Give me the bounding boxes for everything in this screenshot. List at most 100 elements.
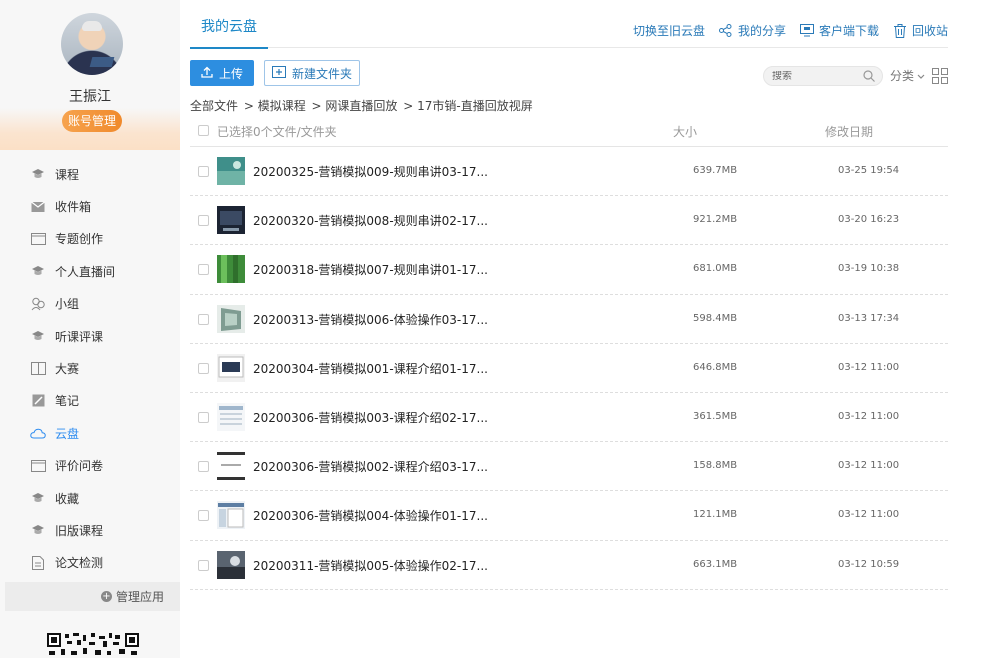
file-date: 03-12 11:00 xyxy=(838,509,900,521)
table-row[interactable]: 20200306-营销模拟003-课程介绍02-17... 361.5MB 03… xyxy=(190,393,948,443)
sidebar-item-contest[interactable]: 大赛 xyxy=(0,352,180,384)
table-row[interactable]: 20200325-营销模拟009-规则串讲03-17... 639.7MB 03… xyxy=(190,147,948,197)
avatar[interactable] xyxy=(61,13,123,75)
qr-code xyxy=(47,633,139,658)
sidebar-item-survey[interactable]: 评价问卷 xyxy=(0,450,180,482)
select-all-checkbox[interactable] xyxy=(198,125,209,136)
row-checkbox[interactable] xyxy=(198,313,209,325)
group-icon xyxy=(30,296,46,312)
category-dropdown[interactable]: 分类 xyxy=(890,67,925,84)
video-thumbnail[interactable] xyxy=(217,402,245,431)
table-row[interactable]: 20200320-营销模拟008-规则串讲02-17... 921.2MB 03… xyxy=(190,196,948,246)
my-share-link[interactable]: 我的分享 xyxy=(719,22,786,39)
sidebar-item-lesson-review[interactable]: 听课评课 xyxy=(0,320,180,352)
row-checkbox[interactable] xyxy=(198,264,209,276)
row-checkbox[interactable] xyxy=(198,461,209,473)
file-name[interactable]: 20200311-营销模拟005-体验操作02-17... xyxy=(253,557,488,574)
search-box[interactable] xyxy=(763,66,883,86)
file-name[interactable]: 20200304-营销模拟001-课程介绍01-17... xyxy=(253,360,488,377)
sidebar-item-notes[interactable]: 笔记 xyxy=(0,385,180,417)
video-thumbnail[interactable] xyxy=(217,550,245,579)
video-thumbnail[interactable] xyxy=(217,255,245,284)
file-size: 121.1MB xyxy=(693,509,738,521)
file-date: 03-25 19:54 xyxy=(838,165,900,176)
sidebar-item-label: 旧版课程 xyxy=(55,523,104,538)
file-date: 03-12 10:59 xyxy=(838,558,900,570)
row-checkbox[interactable] xyxy=(198,215,209,227)
column-header-size[interactable]: 大小 xyxy=(673,123,697,140)
note-icon xyxy=(30,393,46,409)
sidebar-item-label: 课程 xyxy=(55,167,80,182)
new-folder-button[interactable]: 新建文件夹 xyxy=(264,60,360,86)
breadcrumb-item[interactable]: 全部文件 xyxy=(190,99,238,113)
recycle-bin-link[interactable]: 回收站 xyxy=(893,22,948,39)
video-thumbnail[interactable] xyxy=(217,206,245,235)
sidebar-item-label: 专题创作 xyxy=(55,232,104,247)
my-share-label: 我的分享 xyxy=(737,24,786,38)
table-row[interactable]: 20200306-营销模拟002-课程介绍03-17... 158.8MB 03… xyxy=(190,442,948,492)
column-header-date[interactable]: 修改日期 xyxy=(825,123,873,140)
video-thumbnail[interactable] xyxy=(217,501,245,530)
upload-button[interactable]: 上传 xyxy=(190,60,254,86)
table-row[interactable]: 20200304-营销模拟001-课程介绍01-17... 646.8MB 03… xyxy=(190,344,948,393)
grid-view-icon[interactable] xyxy=(932,68,948,84)
file-size: 921.2MB xyxy=(693,214,738,226)
tab-my-cloud-drive[interactable]: 我的云盘 xyxy=(190,16,268,49)
row-checkbox[interactable] xyxy=(198,166,209,177)
sidebar-item-course[interactable]: 课程 xyxy=(0,158,180,190)
table-row[interactable]: 20200313-营销模拟006-体验操作03-17... 598.4MB 03… xyxy=(190,295,948,344)
sidebar-item-topic-creation[interactable]: 专题创作 xyxy=(0,223,180,255)
switch-old-drive-link[interactable]: 切换至旧云盘 xyxy=(633,22,705,39)
row-checkbox[interactable] xyxy=(198,362,209,374)
file-name[interactable]: 20200320-营销模拟008-规则串讲02-17... xyxy=(253,212,488,229)
graduation-cap-icon xyxy=(30,166,46,182)
sidebar-item-group[interactable]: 小组 xyxy=(0,288,180,320)
sidebar-item-label: 收藏 xyxy=(55,491,80,506)
table-row[interactable]: 20200311-营销模拟005-体验操作02-17... 663.1MB 03… xyxy=(190,541,948,590)
file-name[interactable]: 20200313-营销模拟006-体验操作03-17... xyxy=(253,311,488,328)
sidebar-item-label: 云盘 xyxy=(55,426,80,441)
file-name[interactable]: 20200306-营销模拟003-课程介绍02-17... xyxy=(253,409,488,426)
client-download-link[interactable]: 客户端下载 xyxy=(799,22,879,39)
top-links: 切换至旧云盘 我的分享 客户端下载 回收站 xyxy=(633,22,948,39)
video-thumbnail[interactable] xyxy=(217,452,245,481)
table-row[interactable]: 20200318-营销模拟007-规则串讲01-17... 681.0MB 03… xyxy=(190,245,948,295)
add-folder-icon xyxy=(271,65,286,81)
breadcrumb-item[interactable]: > 网课直播回放 xyxy=(312,99,398,113)
book-icon xyxy=(30,361,46,377)
search-icon[interactable] xyxy=(863,70,875,85)
sidebar-item-inbox[interactable]: 收件箱 xyxy=(0,190,180,222)
upload-label: 上传 xyxy=(218,66,243,81)
video-thumbnail[interactable] xyxy=(217,353,245,382)
file-size: 681.0MB xyxy=(693,263,738,275)
file-name[interactable]: 20200306-营销模拟002-课程介绍03-17... xyxy=(253,458,488,475)
search-input[interactable] xyxy=(772,70,864,82)
sidebar-item-cloud-drive[interactable]: 云盘 xyxy=(0,417,180,449)
file-name[interactable]: 20200306-营销模拟004-体验操作01-17... xyxy=(253,507,488,524)
file-name[interactable]: 20200318-营销模拟007-规则串讲01-17... xyxy=(253,261,488,278)
upload-icon xyxy=(201,66,213,81)
table-row[interactable]: 20200306-营销模拟004-体验操作01-17... 121.1MB 03… xyxy=(190,491,948,541)
sidebar-menu: 课程 收件箱 专题创作 个人直播间 小组 听课评课 大赛 笔记 云盘 评价问卷 … xyxy=(0,158,180,579)
file-date: 03-12 11:00 xyxy=(838,460,900,472)
graduation-cap-icon xyxy=(30,522,46,538)
account-management-button[interactable]: 账号管理 xyxy=(62,110,122,132)
breadcrumb-item[interactable]: > 模拟课程 xyxy=(244,99,306,113)
graduation-cap-icon xyxy=(30,263,46,279)
file-name[interactable]: 20200325-营销模拟009-规则串讲03-17... xyxy=(253,163,488,180)
sidebar-item-label: 笔记 xyxy=(55,394,80,409)
sidebar-item-paper-check[interactable]: 论文检测 xyxy=(0,547,180,579)
video-thumbnail[interactable] xyxy=(217,304,245,333)
manage-apps-button[interactable]: + 管理应用 xyxy=(5,582,180,611)
video-thumbnail[interactable] xyxy=(217,157,245,185)
row-checkbox[interactable] xyxy=(198,411,209,423)
row-checkbox[interactable] xyxy=(198,559,209,571)
sidebar-item-legacy-courses[interactable]: 旧版课程 xyxy=(0,514,180,546)
sidebar-item-label: 论文检测 xyxy=(55,556,104,571)
file-size: 158.8MB xyxy=(693,460,738,472)
profile-panel: 王振江 账号管理 xyxy=(0,0,180,150)
sidebar-item-favorites[interactable]: 收藏 xyxy=(0,482,180,514)
breadcrumb-item: > 17市销-直播回放视屏 xyxy=(403,99,533,113)
sidebar-item-live-room[interactable]: 个人直播间 xyxy=(0,255,180,287)
row-checkbox[interactable] xyxy=(198,510,209,522)
